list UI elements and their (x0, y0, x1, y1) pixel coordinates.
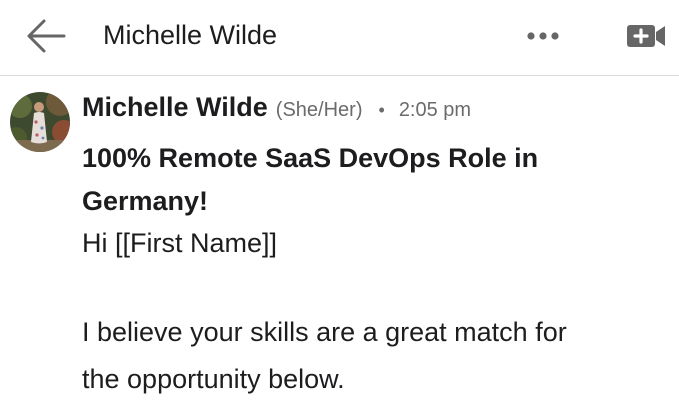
message-timestamp: 2:05 pm (398, 99, 472, 121)
sender-name[interactable]: Michelle Wilde (82, 92, 268, 123)
back-button[interactable] (22, 14, 70, 58)
ellipsis-icon (527, 32, 559, 40)
message-header: Michelle Wilde (She/Her) • 2:05 pm (82, 92, 471, 126)
conversation-header: Michelle Wilde (0, 0, 679, 76)
avatar-photo (10, 92, 70, 152)
message-body-line: the opportunity below. (82, 364, 345, 394)
arrow-left-icon (27, 19, 66, 53)
separator-dot: • (378, 100, 385, 120)
conversation-title: Michelle Wilde (103, 20, 278, 50)
more-options-button[interactable] (519, 20, 567, 52)
message-body-line: I believe your skills are a great match … (82, 317, 567, 347)
sender-pronouns: (She/Her) (275, 99, 363, 121)
message-body-greeting: Hi [[First Name]] (82, 228, 278, 258)
avatar[interactable] (10, 92, 70, 152)
messaging-screen: Michelle Wilde Michelle Wilde (She/Her) … (0, 0, 679, 418)
video-call-icon (627, 25, 665, 47)
video-call-button[interactable] (622, 18, 670, 54)
message-subject: 100% Remote SaaS DevOps Role in Germany! (82, 143, 539, 216)
